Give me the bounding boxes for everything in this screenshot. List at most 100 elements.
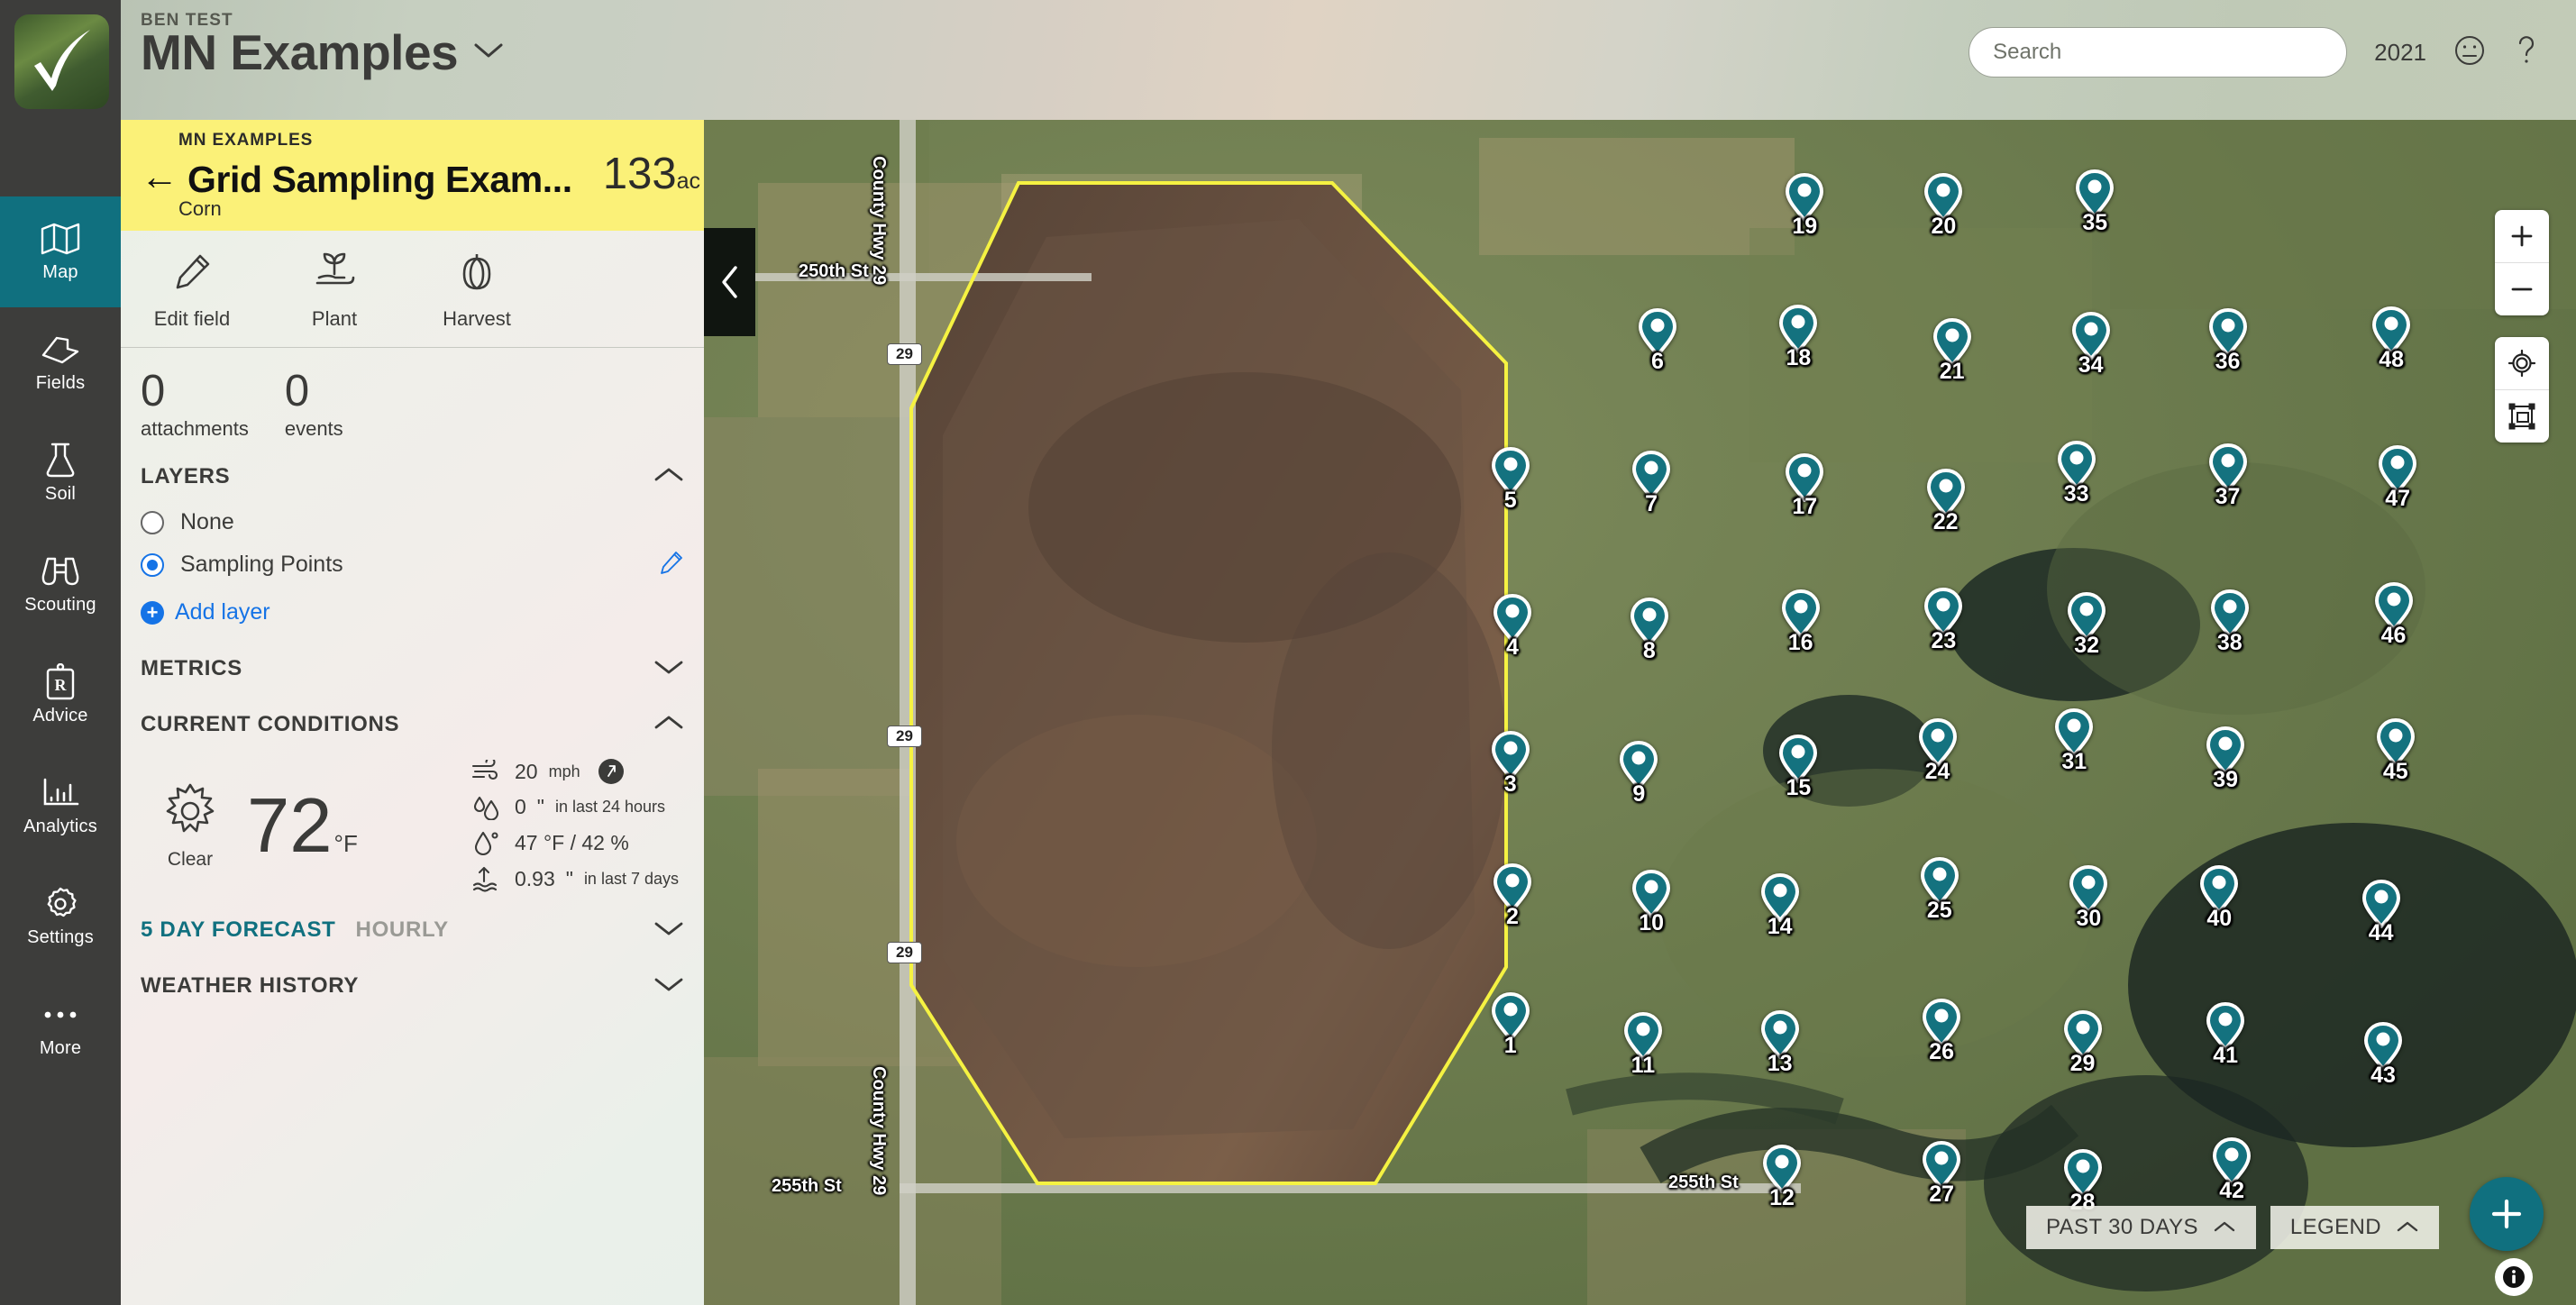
sampling-point-marker[interactable]: 19 [1786, 173, 1824, 239]
sidebar-item-analytics[interactable]: Analytics [0, 751, 121, 862]
back-arrow-icon[interactable]: ← [141, 158, 178, 199]
sampling-point-marker[interactable]: 15 [1779, 735, 1818, 800]
sampling-point-marker[interactable]: 27 [1923, 1141, 1961, 1207]
radio-button[interactable] [141, 510, 164, 534]
add-button[interactable] [2470, 1177, 2544, 1251]
sampling-point-label: 3 [1503, 771, 1517, 797]
sampling-point-marker[interactable]: 4 [1494, 593, 1531, 660]
sun-icon [160, 781, 220, 845]
sampling-point-marker[interactable]: 43 [2364, 1022, 2402, 1088]
sampling-point-marker[interactable]: 17 [1786, 452, 1824, 519]
sampling-point-marker[interactable]: 20 [1924, 173, 1963, 239]
sidebar-item-fields[interactable]: Fields [0, 307, 121, 418]
sampling-point-marker[interactable]: 40 [2200, 865, 2239, 931]
sidebar-item-scouting[interactable]: Scouting [0, 529, 121, 640]
sampling-point-marker[interactable]: 47 [2379, 444, 2417, 511]
sampling-point-marker[interactable]: 33 [2057, 441, 2096, 506]
sampling-point-marker[interactable]: 28 [2063, 1148, 2102, 1215]
sampling-point-marker[interactable]: 11 [1623, 1012, 1662, 1078]
layers-section-header[interactable]: LAYERS [121, 446, 704, 502]
zoom-out-button[interactable] [2495, 263, 2549, 315]
sampling-point-marker[interactable]: 34 [2071, 312, 2110, 378]
forecast-section-header[interactable]: 5 DAY FORECAST HOURLY [121, 901, 704, 955]
sampling-point-marker[interactable]: 24 [1918, 718, 1957, 784]
sampling-point-marker[interactable]: 8 [1630, 598, 1668, 663]
sidebar-item-advice[interactable]: R Advice [0, 640, 121, 751]
chevron-down-icon[interactable] [653, 658, 684, 680]
map-canvas[interactable]: 250th St 255th St 255th St County Hwy 29… [704, 120, 2576, 1305]
sampling-point-marker[interactable]: 37 [2208, 443, 2247, 509]
sampling-point-marker[interactable]: 32 [2068, 591, 2106, 658]
sampling-point-marker[interactable]: 48 [2372, 306, 2411, 372]
pencil-icon[interactable] [659, 550, 684, 579]
search-input[interactable] [1993, 40, 2324, 65]
question-mark-icon[interactable] [2513, 33, 2540, 72]
temperature-unit: °F [333, 829, 358, 857]
sampling-point-marker[interactable]: 31 [2055, 708, 2094, 774]
edit-field-button[interactable]: Edit field [121, 251, 263, 331]
sampling-point-marker[interactable]: 1 [1491, 992, 1530, 1058]
sidebar-item-settings[interactable]: Settings [0, 862, 121, 972]
map-info-button[interactable] [2495, 1258, 2533, 1296]
sampling-point-marker[interactable]: 23 [1924, 588, 1963, 653]
sampling-point-marker[interactable]: 13 [1760, 1009, 1799, 1076]
harvest-button[interactable]: Harvest [406, 251, 548, 331]
fit-bounds-button[interactable] [2495, 390, 2549, 443]
sampling-point-marker[interactable]: 6 [1639, 308, 1676, 374]
chevron-up-icon[interactable] [653, 466, 684, 488]
sampling-point-marker[interactable]: 38 [2210, 589, 2249, 655]
sampling-point-marker[interactable]: 45 [2376, 718, 2415, 784]
search-box[interactable] [1969, 27, 2348, 78]
sampling-point-marker[interactable]: 25 [1920, 857, 1959, 923]
sampling-point-marker[interactable]: 30 [2069, 865, 2108, 931]
plant-button[interactable]: Plant [263, 251, 406, 331]
chevron-down-icon[interactable] [653, 919, 684, 942]
sidebar-item-more[interactable]: More [0, 972, 121, 1083]
sampling-point-marker[interactable]: 36 [2208, 308, 2247, 374]
sampling-point-marker[interactable]: 44 [2361, 879, 2400, 945]
date-range-button[interactable]: PAST 30 DAYS [2026, 1206, 2256, 1249]
season-year[interactable]: 2021 [2374, 39, 2426, 67]
sampling-point-marker[interactable]: 10 [1632, 869, 1671, 935]
smiley-face-icon[interactable] [2453, 34, 2486, 71]
sampling-point-marker[interactable]: 39 [2206, 726, 2245, 792]
tab-hourly-forecast[interactable]: HOURLY [356, 917, 449, 943]
sampling-point-marker[interactable]: 42 [2213, 1136, 2252, 1203]
sampling-point-marker[interactable]: 35 [2076, 169, 2115, 235]
chevron-down-icon[interactable] [472, 41, 505, 65]
layer-option-none[interactable]: None [121, 502, 704, 543]
layer-option-sampling-points[interactable]: Sampling Points [121, 543, 704, 587]
weather-history-section-header[interactable]: WEATHER HISTORY [121, 955, 704, 1011]
sampling-point-marker[interactable]: 12 [1763, 1145, 1801, 1210]
sampling-point-marker[interactable]: 22 [1926, 469, 1965, 534]
sampling-point-marker[interactable]: 2 [1494, 863, 1531, 929]
sampling-point-marker[interactable]: 21 [1932, 318, 1971, 384]
sampling-point-marker[interactable]: 5 [1491, 447, 1530, 513]
sampling-point-marker[interactable]: 41 [2206, 1002, 2245, 1068]
sampling-point-marker[interactable]: 9 [1620, 740, 1658, 807]
chevron-up-icon[interactable] [653, 714, 684, 736]
add-layer-button[interactable]: + Add layer [121, 587, 704, 638]
field-acres: 133 ac [603, 149, 704, 199]
sampling-point-marker[interactable]: 3 [1491, 730, 1530, 797]
sampling-point-marker[interactable]: 46 [2374, 581, 2413, 648]
sidebar-item-map[interactable]: Map [0, 196, 121, 307]
app-logo[interactable] [14, 14, 109, 109]
sampling-point-marker[interactable]: 7 [1632, 451, 1671, 516]
sidebar-item-soil[interactable]: Soil [0, 418, 121, 529]
metrics-section-header[interactable]: METRICS [121, 638, 704, 694]
sampling-point-marker[interactable]: 18 [1779, 304, 1818, 370]
sampling-point-marker[interactable]: 26 [1923, 998, 1961, 1064]
farm-selector[interactable]: MN Examples [141, 26, 505, 79]
legend-button[interactable]: LEGEND [2270, 1206, 2439, 1249]
locate-button[interactable] [2495, 337, 2549, 389]
tab-five-day-forecast[interactable]: 5 DAY FORECAST [141, 917, 336, 943]
radio-button-selected[interactable] [141, 552, 164, 577]
sampling-point-marker[interactable]: 14 [1760, 873, 1799, 939]
zoom-in-button[interactable] [2495, 210, 2549, 262]
chevron-down-icon[interactable] [653, 975, 684, 998]
sampling-point-marker[interactable]: 16 [1781, 589, 1820, 655]
sampling-point-marker[interactable]: 29 [2063, 1009, 2102, 1076]
current-conditions-section-header[interactable]: CURRENT CONDITIONS [121, 694, 704, 750]
collapse-panel-button[interactable] [704, 228, 755, 336]
